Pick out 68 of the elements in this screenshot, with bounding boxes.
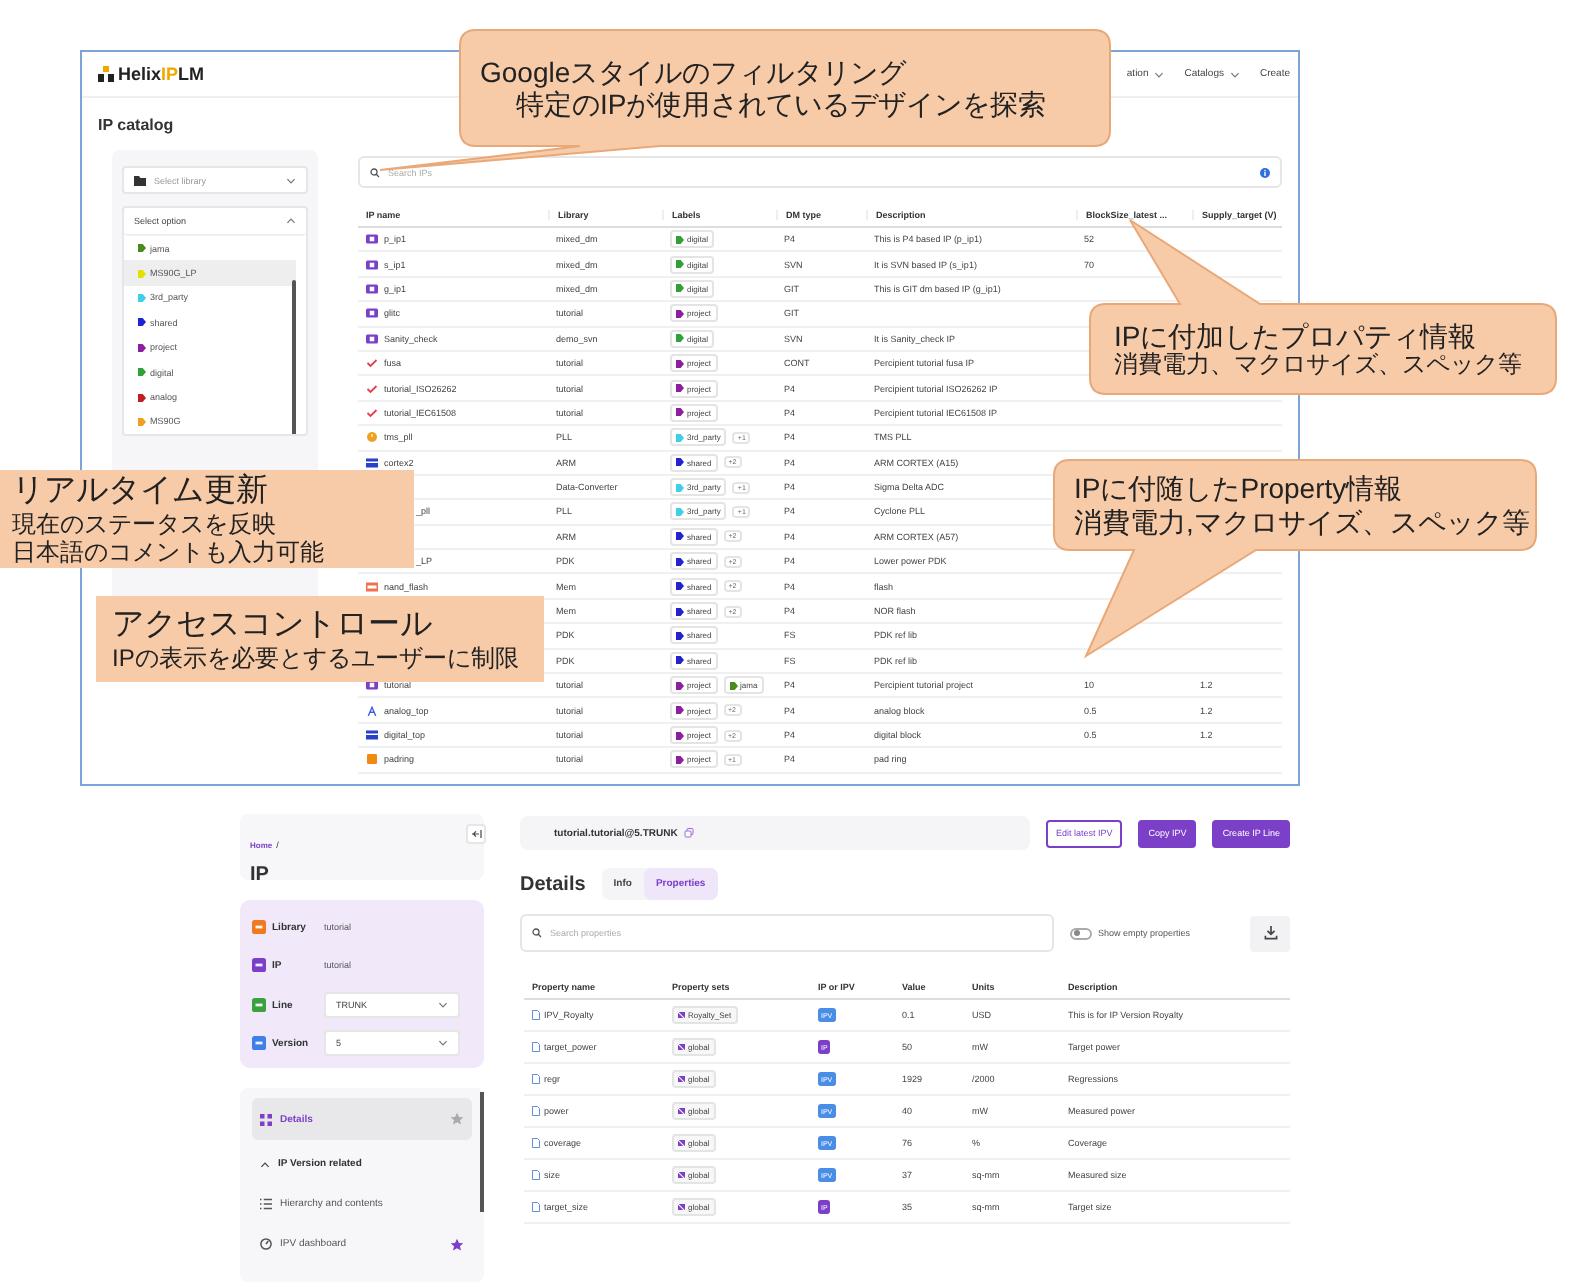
set-icon xyxy=(678,1075,685,1083)
block-icon xyxy=(366,730,378,740)
page-title: IP xyxy=(250,864,271,886)
file-icon xyxy=(532,1074,540,1084)
file-icon xyxy=(532,1138,540,1148)
memory-icon xyxy=(366,581,378,592)
callout-text: IPの表示を必要とするユーザーに制限 xyxy=(112,643,521,673)
chip-icon xyxy=(366,283,378,294)
callout-text: アクセスコントロール xyxy=(112,605,434,644)
download-button[interactable] xyxy=(1250,915,1290,951)
callout-text: Googleスタイルのフィルタリング xyxy=(478,55,909,88)
chip-icon xyxy=(366,308,378,319)
info-icon[interactable] xyxy=(1260,167,1270,177)
file-icon xyxy=(532,1010,540,1020)
set-icon xyxy=(678,1203,685,1211)
collapse-button[interactable] xyxy=(466,824,486,844)
download-icon xyxy=(1263,926,1277,940)
search-icon xyxy=(532,928,542,938)
square-icon xyxy=(366,754,378,765)
dial-icon xyxy=(366,432,378,443)
star-icon[interactable] xyxy=(450,1237,464,1251)
caret-icon xyxy=(260,1161,270,1167)
chip-icon xyxy=(366,234,378,245)
chip-icon xyxy=(366,333,378,344)
search-icon xyxy=(370,167,380,177)
caret-icon xyxy=(438,1040,448,1046)
caret-icon xyxy=(286,218,296,224)
copy-icon[interactable] xyxy=(683,828,694,838)
star-icon[interactable] xyxy=(450,1112,464,1126)
block-icon xyxy=(366,457,378,468)
logo-icon xyxy=(98,66,114,82)
set-icon xyxy=(678,1107,685,1115)
set-icon xyxy=(678,1139,685,1147)
callout-text: IPに付加したプロパティ情報 xyxy=(1112,319,1479,352)
grid-icon xyxy=(260,1113,272,1125)
callout-text: 現在のステータスを反映 xyxy=(12,509,278,539)
badge-icon xyxy=(252,920,266,934)
check-icon xyxy=(366,358,378,369)
chip-icon xyxy=(366,259,378,270)
check-icon xyxy=(366,407,378,418)
callout-text: 消費電力,マクロサイズ、スペック等 xyxy=(1072,505,1532,538)
set-icon xyxy=(678,1043,685,1051)
badge-icon xyxy=(252,958,266,972)
dashboard-icon xyxy=(260,1238,272,1250)
file-icon xyxy=(532,1042,540,1052)
set-icon xyxy=(678,1171,685,1179)
callout-text: IPに付随したProperty情報 xyxy=(1072,472,1405,505)
collapse-icon xyxy=(471,830,481,838)
toggle-switch[interactable] xyxy=(1070,927,1092,939)
set-icon xyxy=(678,1011,685,1019)
file-icon xyxy=(532,1106,540,1116)
logo-text: HelixIPLM xyxy=(118,64,205,84)
file-icon xyxy=(532,1202,540,1212)
file-icon xyxy=(532,1170,540,1180)
callout-text: 日本語のコメントも入力可能 xyxy=(12,538,326,567)
folder-icon xyxy=(134,175,146,185)
caret-icon xyxy=(438,1002,448,1008)
badge-icon xyxy=(252,998,266,1012)
callout-text: リアルタイム更新 xyxy=(12,471,270,510)
check-icon xyxy=(366,383,378,394)
list-icon xyxy=(260,1198,272,1210)
callout-text: 消費電力、マクロサイズ、スペック等 xyxy=(1112,351,1524,379)
section-heading: Details xyxy=(520,873,586,895)
badge-icon xyxy=(252,1036,266,1050)
callout-text: 特定のIPが使用されているデザインを探索 xyxy=(514,88,1049,121)
analog-icon xyxy=(366,705,378,716)
caret-icon xyxy=(286,177,296,183)
page-title: IP catalog xyxy=(96,114,176,138)
